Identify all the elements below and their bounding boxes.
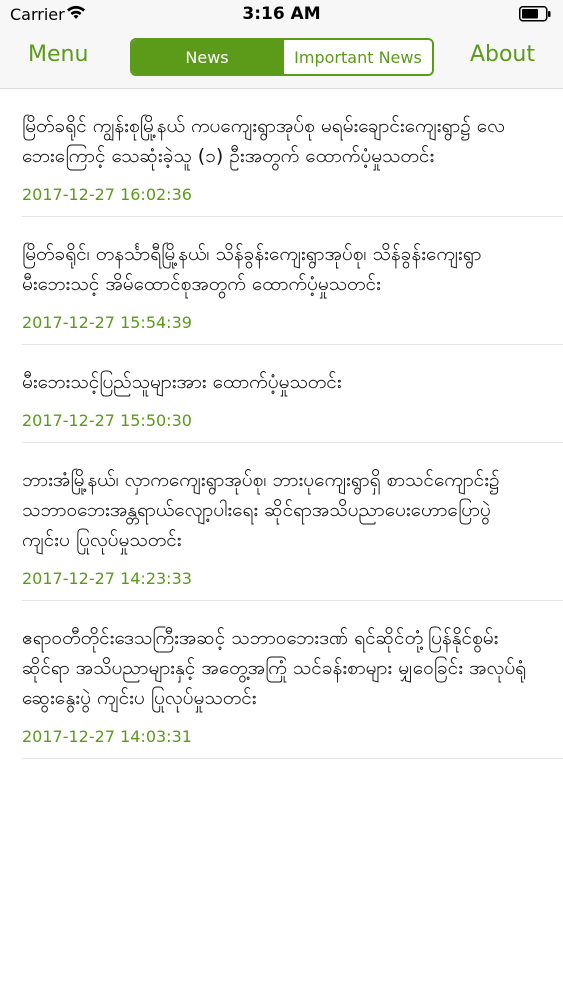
tab-important-news[interactable]: Important News <box>282 40 432 74</box>
news-list: မြိတ်ခရိုင် ကျွန်းစုမြို့နယ် ကပကျေးရွာအု… <box>0 89 563 759</box>
news-date: 2017-12-27 15:54:39 <box>22 313 192 332</box>
news-title: မြိတ်ခရိုင် ကျွန်းစုမြို့နယ် ကပကျေးရွာအု… <box>22 115 505 167</box>
news-item[interactable]: မီးဘေးသင့်ပြည်သူများအား ထောက်ပံ့မှုသတင်း… <box>22 345 563 443</box>
status-time: 3:16 AM <box>242 4 321 24</box>
news-item[interactable]: မြိတ်ခရိုင် ကျွန်းစုမြို့နယ် ကပကျေးရွာအု… <box>22 89 563 217</box>
news-item[interactable]: ဘားအံမြို့နယ်၊ လှာကကျေးရွာအုပ်စု၊ ဘားပုက… <box>22 443 563 601</box>
news-segmented-control: News Important News <box>130 38 434 76</box>
news-title: ဘားအံမြို့နယ်၊ လှာကကျေးရွာအုပ်စု၊ ဘားပုက… <box>22 469 500 551</box>
status-bar: Carrier 3:16 AM <box>0 0 563 30</box>
news-title: မီးဘေးသင့်ပြည်သူများအား ထောက်ပံ့မှုသတင်း <box>22 371 342 393</box>
news-date: 2017-12-27 14:03:31 <box>22 727 192 746</box>
news-title: မြိတ်ခရိုင်၊ တနင်္သာရီမြို့နယ်၊ သိန်ခွန်… <box>22 243 482 295</box>
navigation-bar: Menu News Important News About <box>0 30 563 89</box>
about-button[interactable]: About <box>470 42 535 67</box>
news-title: ဧရာဝတီတိုင်းဒေသကြီးအဆင့် သဘာဝဘေးဒဏ် ရင်ဆ… <box>22 627 527 709</box>
tab-news[interactable]: News <box>132 40 282 74</box>
news-date: 2017-12-27 16:02:36 <box>22 185 192 204</box>
news-date: 2017-12-27 14:23:33 <box>22 569 192 588</box>
news-item[interactable]: မြိတ်ခရိုင်၊ တနင်္သာရီမြို့နယ်၊ သိန်ခွန်… <box>22 217 563 345</box>
menu-button[interactable]: Menu <box>28 42 88 67</box>
news-item[interactable]: ဧရာဝတီတိုင်းဒေသကြီးအဆင့် သဘာဝဘေးဒဏ် ရင်ဆ… <box>22 601 563 759</box>
battery-icon <box>519 6 551 26</box>
news-date: 2017-12-27 15:50:30 <box>22 411 192 430</box>
